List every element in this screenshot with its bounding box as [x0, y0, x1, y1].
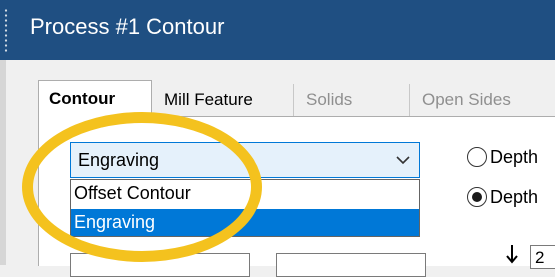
depth-radio-2-label: Depth [490, 187, 539, 207]
depth-value-field[interactable]: 2 [530, 245, 555, 269]
contour-type-dropdown-list: Offset Contour Engraving [70, 179, 420, 237]
dropdown-option-offset-contour[interactable]: Offset Contour [71, 180, 419, 207]
contour-type-select[interactable]: Engraving [70, 142, 420, 178]
bottom-button-left[interactable] [70, 253, 250, 277]
drag-grip-icon[interactable] [4, 8, 8, 54]
tab-contour[interactable]: Contour [38, 80, 152, 117]
radio-selected-dot [472, 192, 482, 202]
tab-mill-feature[interactable]: Mill Feature [154, 84, 294, 116]
depth-value: 2 [535, 248, 545, 267]
tab-open-sides: Open Sides [422, 90, 511, 109]
window-title: Process #1 Contour [30, 14, 225, 39]
depth-radio-1[interactable] [467, 147, 487, 167]
depth-radio-2[interactable] [467, 187, 487, 207]
bottom-field-middle[interactable] [276, 253, 426, 277]
tab-solids: Solids [296, 84, 410, 116]
arrow-down-icon [506, 245, 518, 264]
title-bar: Process #1 Contour [0, 0, 555, 60]
dropdown-option-engraving[interactable]: Engraving [71, 209, 419, 236]
depth-radio-1-label: Depth [490, 147, 539, 167]
chevron-down-icon[interactable] [395, 152, 411, 168]
contour-type-value: Engraving [78, 150, 160, 170]
